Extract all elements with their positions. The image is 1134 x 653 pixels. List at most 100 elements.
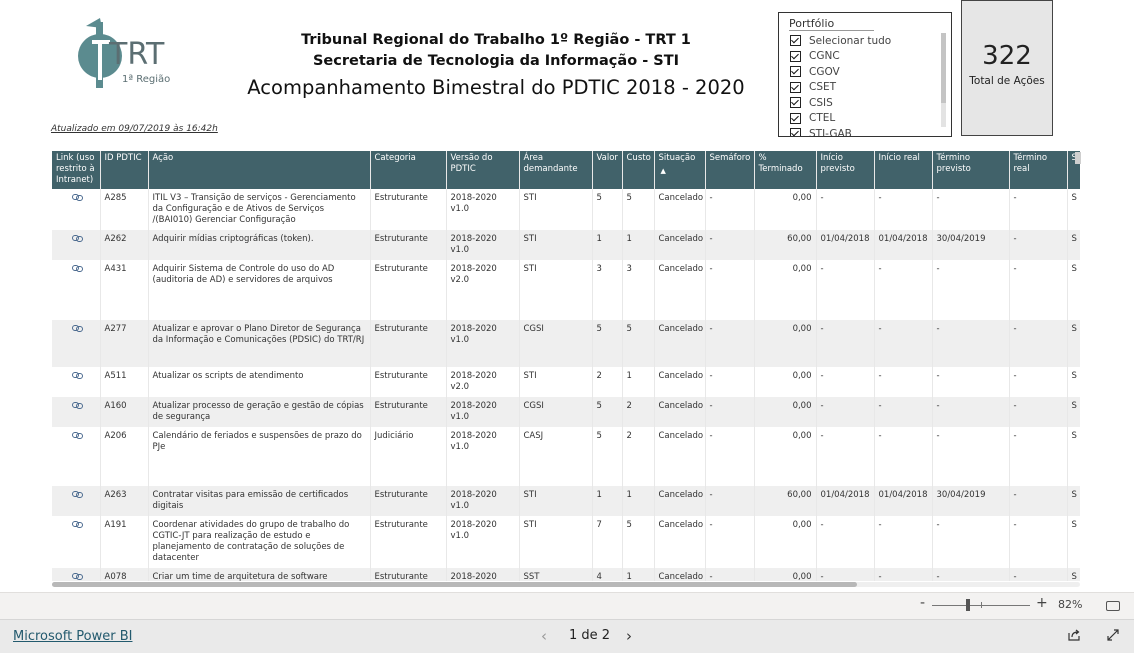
link-icon[interactable] — [72, 573, 83, 580]
link-icon[interactable] — [72, 265, 83, 272]
slicer-item[interactable]: CGNC — [779, 49, 951, 65]
cell-pct: 60,00 — [754, 230, 817, 260]
column-header[interactable]: ID PDTIC — [100, 151, 149, 189]
zoom-out-button[interactable]: - — [920, 595, 925, 611]
cell-pct: 0,00 — [754, 427, 817, 486]
cell-id: A431 — [100, 260, 149, 320]
cell-sem: - — [705, 516, 755, 568]
column-header[interactable]: Início previsto — [816, 151, 875, 189]
header-line-2: Secretaria de Tecnologia da Informação -… — [312, 53, 679, 69]
slicer-item[interactable]: CSIS — [779, 95, 951, 111]
fullscreen-icon[interactable] — [1106, 628, 1120, 642]
checkbox-checked-icon[interactable] — [790, 128, 801, 136]
cell-acao: Atualizar os scripts de atendimento — [148, 367, 371, 397]
table-horizontal-scrollbar[interactable] — [52, 582, 857, 587]
logo-text: TRT — [108, 37, 165, 72]
cell-ir: - — [874, 320, 933, 367]
cell-area: STI — [519, 230, 593, 260]
column-header[interactable]: Ação — [148, 151, 371, 189]
zoom-in-button[interactable]: + — [1036, 595, 1048, 611]
share-icon[interactable] — [1067, 628, 1081, 642]
cell-custo: 1 — [622, 486, 655, 516]
cell-s: S — [1067, 189, 1080, 230]
cell-id: A511 — [100, 367, 149, 397]
zoom-slider-thumb[interactable] — [966, 599, 970, 611]
link-icon[interactable] — [72, 432, 83, 439]
chevron-left-icon[interactable]: ‹ — [541, 627, 547, 645]
power-bi-link[interactable]: Microsoft Power BI — [13, 629, 132, 644]
slicer-item[interactable]: CTEL — [779, 111, 951, 127]
slicer-item[interactable]: STI-GAB — [779, 126, 951, 136]
table-row: A263 Contratar visitas para emissão de ce… — [52, 486, 1080, 516]
column-header-label: Custo — [626, 153, 651, 163]
cell-ir: - — [874, 260, 933, 320]
cell-ir: 01/04/2018 — [874, 486, 933, 516]
slicer-item[interactable]: CGOV — [779, 64, 951, 80]
column-header-label: Link (uso restrito à Intranet) — [56, 153, 95, 185]
cell-area: CGSI — [519, 397, 593, 427]
cell-acao: Contratar visitas para emissão de certif… — [148, 486, 371, 516]
column-header[interactable]: Semáforo — [705, 151, 755, 189]
checkbox-checked-icon[interactable] — [790, 97, 801, 109]
table-vertical-scrollbar[interactable] — [1075, 152, 1081, 164]
column-header[interactable]: Área demandante — [519, 151, 593, 189]
column-header[interactable]: % Terminado — [754, 151, 817, 189]
column-header[interactable]: Término real — [1009, 151, 1068, 189]
cell-cat: Estruturante — [370, 568, 447, 581]
column-header[interactable]: Situação ▲ — [654, 151, 706, 189]
link-icon[interactable] — [72, 402, 83, 409]
cell-area: STI — [519, 189, 593, 230]
link-icon[interactable] — [72, 372, 83, 379]
slicer-item[interactable]: CSET — [779, 80, 951, 96]
link-icon[interactable] — [72, 325, 83, 332]
cell-s: S — [1067, 486, 1080, 516]
link-icon[interactable] — [72, 521, 83, 528]
cell-versao: 2018-2020 v1.0 — [446, 516, 520, 568]
cell-tr: - — [1009, 568, 1068, 581]
column-header[interactable]: Início real — [874, 151, 933, 189]
chevron-right-icon[interactable]: › — [626, 627, 632, 645]
link-icon[interactable] — [72, 194, 83, 201]
cell-ip: - — [816, 568, 875, 581]
cell-sit: Cancelado — [654, 367, 706, 397]
cell-pct: 0,00 — [754, 260, 817, 320]
cell-acao: Adquirir mídias criptográficas (token). — [148, 230, 371, 260]
cell-tp: 30/04/2019 — [932, 486, 1010, 516]
cell-versao: 2018-2020 v1.0 — [446, 397, 520, 427]
slicer-scrollbar[interactable] — [941, 33, 946, 127]
portfolio-slicer[interactable]: Portfólio Selecionar tudo CGNC CGOV CSET CSI… — [778, 12, 952, 137]
cell-area: STI — [519, 486, 593, 516]
link-icon[interactable] — [72, 235, 83, 242]
cell-area: STI — [519, 260, 593, 320]
cell-acao: Coordenar atividades do grupo de trabalh… — [148, 516, 371, 568]
checkbox-checked-icon[interactable] — [790, 66, 801, 78]
page-indicator: 1 de 2 — [569, 628, 611, 643]
column-header[interactable]: Versão do PDTIC — [446, 151, 520, 189]
checkbox-checked-icon[interactable] — [790, 112, 801, 124]
cell-tp: 30/04/2019 — [932, 230, 1010, 260]
cell-sit: Cancelado — [654, 189, 706, 230]
checkbox-checked-icon[interactable] — [790, 50, 801, 62]
table-row: A191 Coordenar atividades do grupo de tra… — [52, 516, 1080, 568]
column-header[interactable]: Categoria — [370, 151, 447, 189]
column-header[interactable]: Link (uso restrito à Intranet) — [52, 151, 101, 189]
cell-acao: Adquirir Sistema de Controle do uso do A… — [148, 260, 371, 320]
cell-ir: - — [874, 427, 933, 486]
cell-cat: Estruturante — [370, 367, 447, 397]
fit-to-page-icon[interactable] — [1106, 601, 1120, 611]
cell-acao: Calendário de feriados e suspensões de p… — [148, 427, 371, 486]
slicer-item[interactable]: Selecionar tudo — [779, 33, 951, 49]
checkbox-checked-icon[interactable] — [790, 35, 801, 47]
cell-acao: Atualizar e aprovar o Plano Diretor de S… — [148, 320, 371, 367]
cell-valor: 5 — [592, 427, 623, 486]
column-header[interactable]: Término previsto — [932, 151, 1010, 189]
cell-s: S — [1067, 427, 1080, 486]
link-icon[interactable] — [72, 491, 83, 498]
cell-cat: Estruturante — [370, 230, 447, 260]
cell-ir: - — [874, 397, 933, 427]
checkbox-checked-icon[interactable] — [790, 81, 801, 93]
cell-custo: 1 — [622, 367, 655, 397]
cell-custo: 3 — [622, 260, 655, 320]
column-header[interactable]: Valor — [592, 151, 623, 189]
column-header[interactable]: Custo — [622, 151, 655, 189]
